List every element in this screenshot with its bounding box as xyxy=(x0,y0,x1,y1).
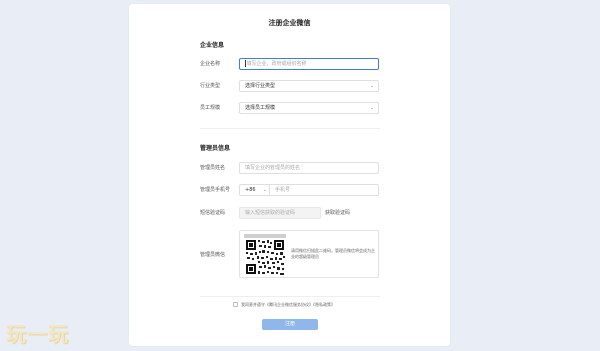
phone-placeholder: 手机号 xyxy=(275,187,291,193)
country-code-select[interactable]: +86 ⌄ xyxy=(239,184,269,196)
phone-label: 管理员手机号 xyxy=(200,187,231,193)
chevron-down-icon: ⌄ xyxy=(369,83,374,89)
admin-section-heading: 管理员信息 xyxy=(200,145,231,152)
get-code-link[interactable]: 获取验证码 xyxy=(325,207,350,219)
size-select[interactable]: 选择员工规模 ⌄ xyxy=(239,102,379,114)
phone-input[interactable]: 手机号 xyxy=(269,184,379,196)
size-select-value: 选择员工规模 xyxy=(245,105,276,111)
register-button[interactable]: 注册 xyxy=(262,319,318,330)
text-cursor xyxy=(245,60,246,67)
industry-select[interactable]: 选择行业类型 ⌄ xyxy=(239,80,379,92)
admin-wechat-label: 管理员微信 xyxy=(200,252,226,258)
sms-code-placeholder: 输入短信获取的验证码 xyxy=(245,210,296,216)
agreement-text[interactable]: 我同意并遵守《腾讯企业微信服务协议》《隐私政策》 xyxy=(241,302,391,308)
page-title: 注册企业微信 xyxy=(268,19,311,27)
company-section-heading: 企业信息 xyxy=(200,42,225,49)
industry-label: 行业类型 xyxy=(200,83,221,89)
admin-name-placeholder: 填写企业的管理员的姓名 xyxy=(245,165,301,171)
industry-select-value: 选择行业类型 xyxy=(245,83,276,89)
chevron-down-icon: ⌄ xyxy=(369,105,374,111)
sms-label: 短信验证码 xyxy=(200,210,226,216)
agreement-checkbox[interactable] xyxy=(233,302,238,307)
registration-card: 注册企业微信 企业信息 企业名称 填写企业、政府或组织名称 行业类型 选择行业类… xyxy=(129,4,450,346)
admin-name-input[interactable]: 填写企业的管理员的姓名 xyxy=(239,162,379,174)
company-name-placeholder: 填写企业、政府或组织名称 xyxy=(246,61,307,67)
qr-instruction-text: 请用微信扫描此二维码，管理员微信将会成为企业的超级管理员 xyxy=(291,248,375,259)
admin-name-label: 管理员姓名 xyxy=(200,165,226,171)
watermark-logo: 玩一玩 xyxy=(6,322,69,346)
size-label: 员工规模 xyxy=(200,105,221,111)
chevron-down-icon: ⌄ xyxy=(262,187,267,193)
country-code-value: +86 xyxy=(245,187,256,193)
footer-divider xyxy=(200,296,380,297)
sms-code-input[interactable]: 输入短信获取的验证码 xyxy=(239,207,321,219)
qr-code-icon xyxy=(243,233,287,277)
qr-panel: 请用微信扫描此二维码，管理员微信将会成为企业的超级管理员 xyxy=(239,230,379,278)
section-divider xyxy=(200,128,380,129)
company-name-input[interactable]: 填写企业、政府或组织名称 xyxy=(239,58,379,70)
company-name-label: 企业名称 xyxy=(200,61,221,67)
